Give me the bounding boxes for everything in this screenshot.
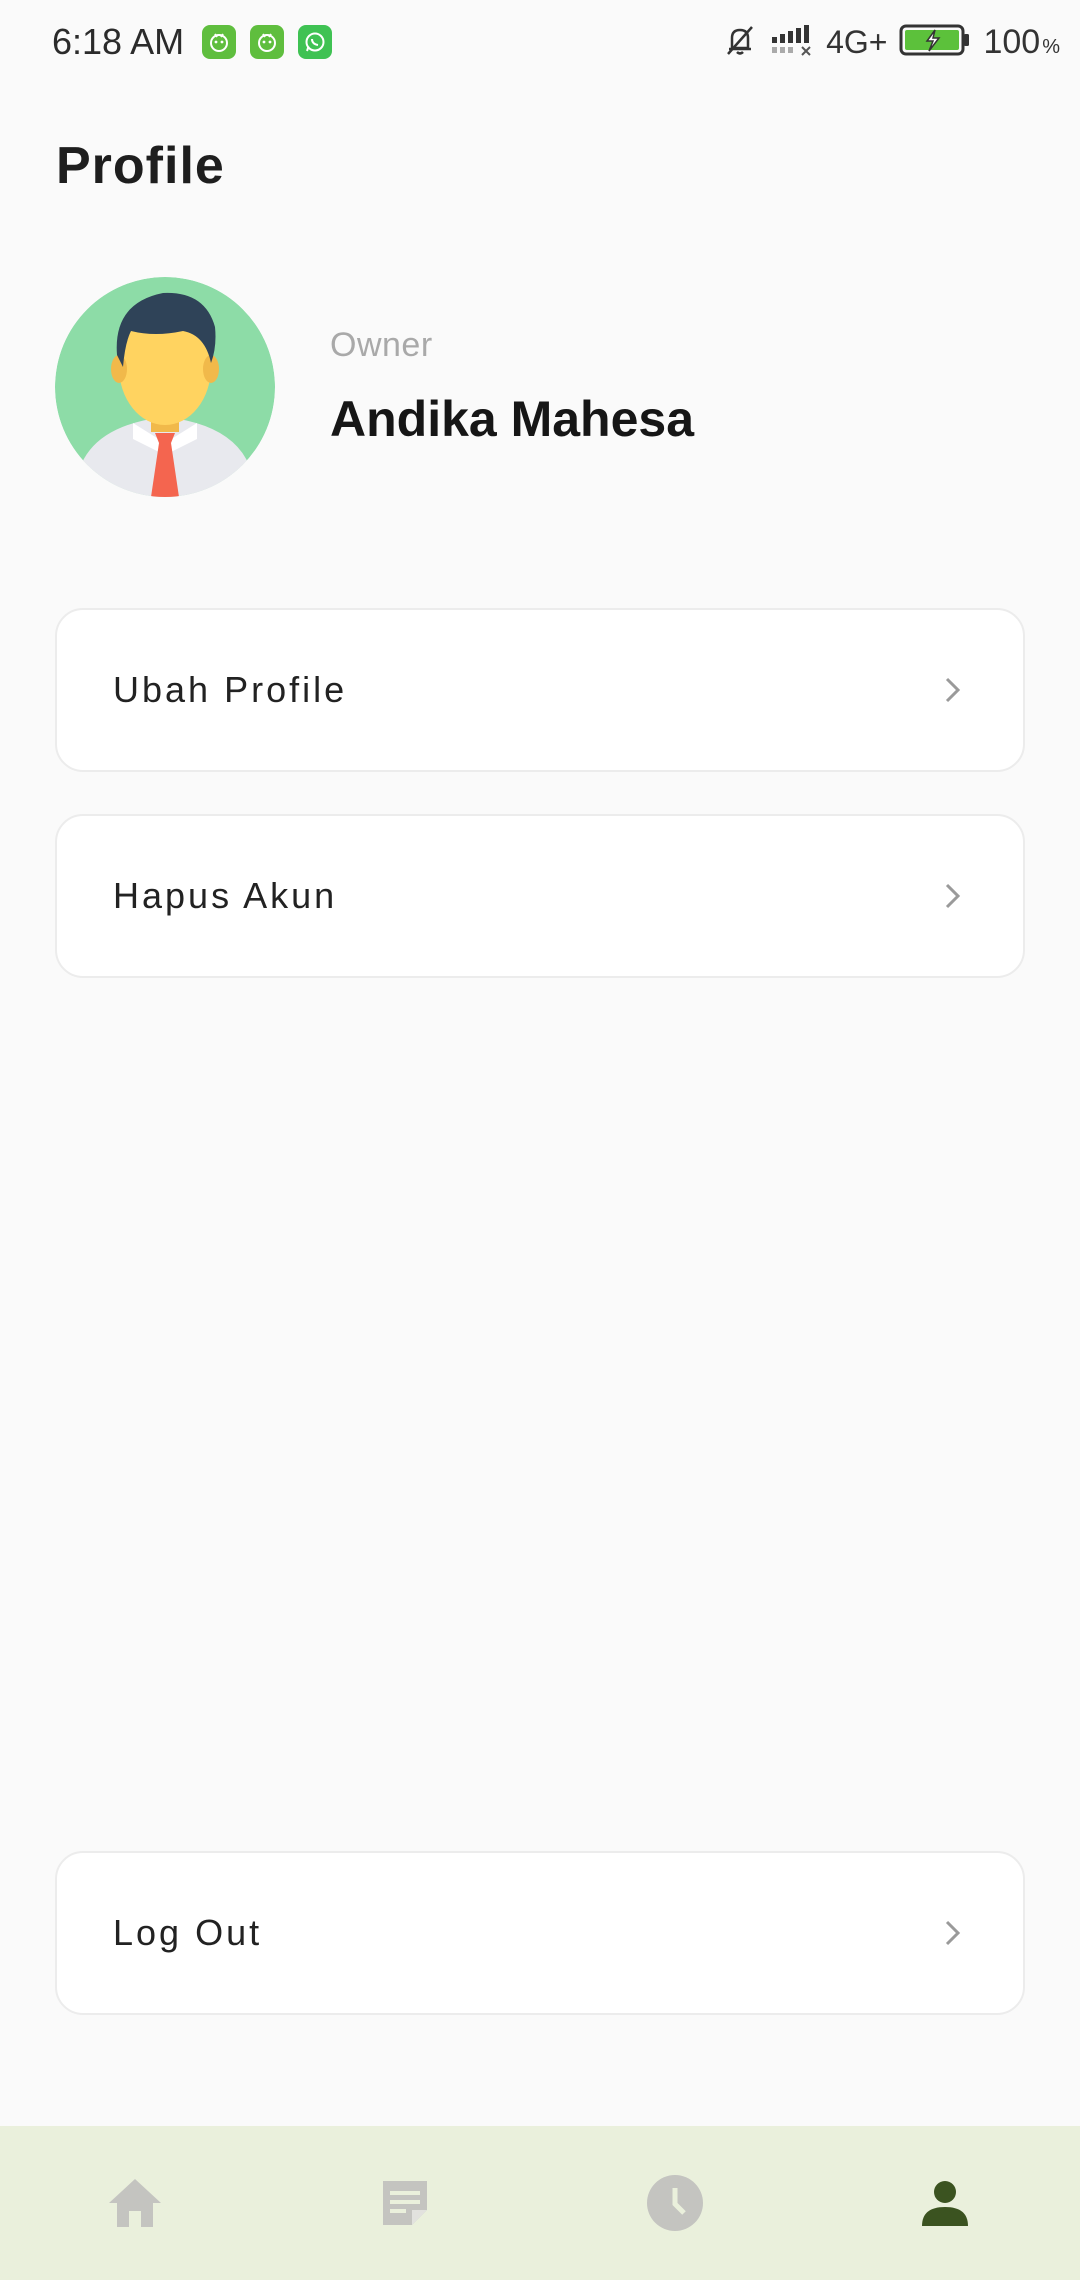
user-role: Owner — [330, 326, 433, 364]
delete-account-label: Hapus Akun — [113, 875, 338, 916]
delete-account-button[interactable]: Hapus Akun — [55, 814, 1025, 978]
logout-button[interactable]: Log Out — [55, 1851, 1025, 2015]
person-icon — [922, 2181, 968, 2226]
note-icon — [383, 2181, 427, 2225]
battery-percent: 100% — [983, 23, 1060, 62]
nav-history[interactable] — [615, 2143, 735, 2263]
edit-profile-button[interactable]: Ubah Profile — [55, 608, 1025, 772]
battery-percent-sign: % — [1042, 35, 1060, 58]
nav-home[interactable] — [75, 2143, 195, 2263]
page-title: Profile — [56, 137, 225, 195]
status-right: 4G+ 100% — [722, 22, 1060, 63]
signal-icon — [770, 23, 814, 62]
app-icon — [202, 25, 237, 59]
chevron-right-icon — [945, 677, 961, 703]
status-time: 6:18 AM — [52, 21, 185, 62]
avatar[interactable] — [55, 277, 275, 497]
nav-notes[interactable] — [345, 2143, 465, 2263]
edit-profile-label: Ubah Profile — [113, 669, 348, 710]
home-icon — [109, 2179, 161, 2227]
nav-profile[interactable] — [885, 2143, 1005, 2263]
battery-percent-value: 100 — [983, 22, 1041, 61]
user-name: Andika Mahesa — [330, 391, 695, 447]
app-icon — [250, 25, 285, 59]
chevron-right-icon — [945, 883, 961, 909]
profile-screen: 6:18 AM 4G+ 100% Profile Owner Andika Ma… — [0, 0, 1080, 2280]
bell-off-icon — [722, 22, 758, 63]
battery-icon — [899, 23, 971, 62]
status-left: 6:18 AM — [52, 21, 333, 63]
logout-label: Log Out — [113, 1912, 263, 1953]
bottom-navigation — [0, 2126, 1080, 2280]
status-bar: 6:18 AM 4G+ 100% — [0, 0, 1080, 84]
clock-icon — [647, 2175, 703, 2231]
network-type: 4G+ — [826, 23, 888, 60]
whatsapp-icon — [298, 25, 333, 59]
avatar-illustration — [55, 277, 275, 497]
chevron-right-icon — [945, 1920, 961, 1946]
